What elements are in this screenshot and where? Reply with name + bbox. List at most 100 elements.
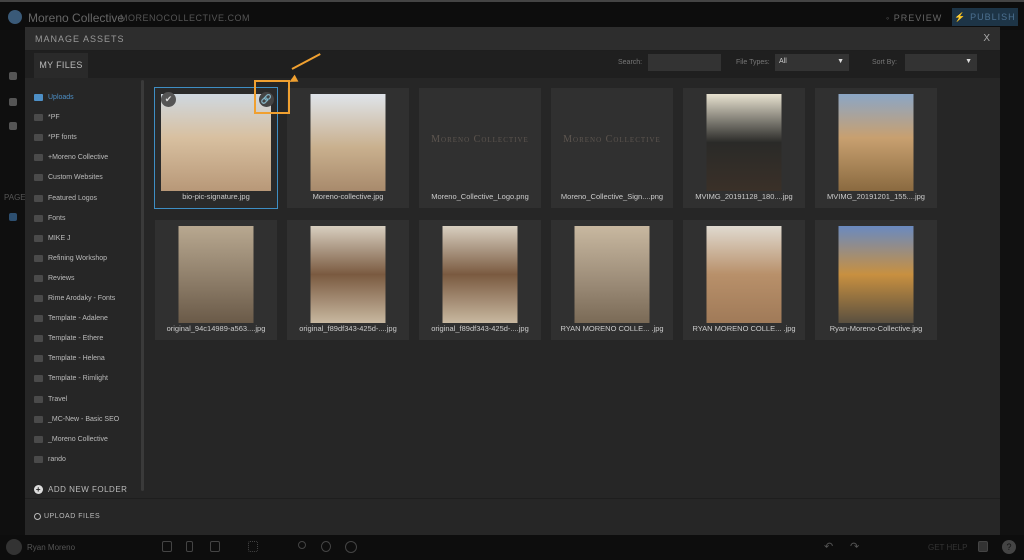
folder-item[interactable]: *PF bbox=[34, 114, 60, 122]
file-name: Moreno_Collective_Sign....png bbox=[560, 192, 664, 201]
folder-item[interactable]: Template - Helena bbox=[34, 355, 105, 363]
docs-icon[interactable] bbox=[978, 541, 988, 552]
desktop-icon[interactable] bbox=[210, 541, 220, 552]
file-tile[interactable]: Moreno-collective.jpg bbox=[287, 88, 409, 208]
file-tile[interactable]: RYAN MORENO COLLE... .jpg bbox=[683, 220, 805, 340]
folder-item[interactable]: Custom Websites bbox=[34, 174, 103, 182]
image-thumbnail bbox=[442, 226, 518, 323]
folder-label: Template - Ethere bbox=[48, 335, 104, 343]
file-name: RYAN MORENO COLLE... .jpg bbox=[560, 324, 664, 333]
publish-label: PUBLISH bbox=[970, 12, 1016, 22]
folder-item[interactable]: Reviews bbox=[34, 274, 75, 282]
file-tile[interactable]: MVIMG_20191128_180....jpg bbox=[683, 88, 805, 208]
publish-button[interactable]: ⚡ PUBLISH bbox=[952, 8, 1018, 26]
folder-sidebar: Uploads *PF *PF fonts +Moreno Collective Cus… bbox=[25, 78, 145, 498]
get-help-link[interactable]: GET HELP bbox=[928, 543, 967, 552]
gear-icon[interactable] bbox=[9, 72, 17, 80]
folder-label: Rime Arodaky - Fonts bbox=[48, 295, 116, 302]
folder-item[interactable]: Refining Workshop bbox=[34, 254, 107, 262]
file-name: original_94c14989-a563....jpg bbox=[166, 324, 266, 333]
folder-item[interactable]: _Moreno Collective bbox=[34, 435, 108, 443]
zoom-in-icon[interactable] bbox=[345, 541, 357, 553]
folder-item[interactable]: Template - Adalene bbox=[34, 315, 108, 323]
close-button[interactable]: X bbox=[983, 33, 990, 44]
file-types-label: File Types: bbox=[736, 59, 770, 66]
folder-icon bbox=[34, 214, 43, 222]
tab-my-files[interactable]: MY FILES bbox=[34, 53, 88, 78]
chevron-down-icon: ▼ bbox=[837, 58, 844, 65]
editor-left-toolbar: PAGE bbox=[0, 30, 26, 535]
file-tile[interactable]: original_94c14989-a563....jpg bbox=[155, 220, 277, 340]
folder-label: +Moreno Collective bbox=[48, 154, 109, 162]
folder-item[interactable]: Template - Ethere bbox=[34, 335, 104, 343]
divider bbox=[25, 498, 1000, 499]
file-tile[interactable]: original_f89df343-425d-....jpg bbox=[287, 220, 409, 340]
folder-item[interactable]: _MC-New - Basic SEO bbox=[34, 415, 119, 423]
mobile-icon[interactable] bbox=[186, 541, 193, 552]
upload-label: UPLOAD FILES bbox=[44, 513, 101, 520]
folder-label: _Moreno Collective bbox=[48, 435, 108, 443]
search-input[interactable] bbox=[648, 54, 721, 71]
file-tile[interactable]: RYAN MORENO COLLE... .jpg bbox=[551, 220, 673, 340]
upload-icon bbox=[34, 513, 41, 520]
folder-label: *PF bbox=[48, 114, 60, 122]
preview-button[interactable]: ◦ PREVIEW bbox=[886, 13, 942, 23]
folder-item[interactable]: Template - Rimlight bbox=[34, 375, 108, 383]
folder-icon bbox=[34, 134, 43, 142]
desktop-tablet-icon[interactable] bbox=[162, 541, 172, 552]
folder-item[interactable]: rando bbox=[34, 455, 66, 463]
folder-icon bbox=[34, 435, 43, 443]
logo-preview-text: Moreno Collective bbox=[563, 134, 661, 145]
folder-item[interactable]: Rime Arodaky - Fonts bbox=[34, 295, 115, 302]
image-icon[interactable] bbox=[9, 122, 17, 130]
manage-assets-modal: MANAGE ASSETS X MY FILES Search: File Ty… bbox=[25, 27, 1000, 535]
sort-by-select[interactable]: ▼ bbox=[905, 54, 977, 71]
file-name: MVIMG_20191201_155....jpg bbox=[827, 192, 925, 201]
file-tile[interactable]: Moreno Collective Moreno_Collective_Sign.… bbox=[551, 88, 673, 208]
checkmark-icon[interactable]: ✔ bbox=[161, 92, 176, 107]
logo-icon bbox=[8, 10, 22, 24]
upload-files-button[interactable]: UPLOAD FILES bbox=[34, 513, 100, 520]
folder-label: Template - Helena bbox=[48, 355, 105, 363]
file-tile[interactable]: Ryan-Moreno-Collective.jpg bbox=[815, 220, 937, 340]
folder-label: Reviews bbox=[48, 274, 75, 282]
file-name: original_f89df343-425d-....jpg bbox=[299, 324, 397, 333]
folder-item[interactable]: +Moreno Collective bbox=[34, 154, 109, 162]
help-icon[interactable]: ? bbox=[1002, 540, 1016, 554]
folder-item[interactable]: Fonts bbox=[34, 214, 66, 222]
zoom-reset-icon[interactable] bbox=[321, 541, 331, 552]
home-icon[interactable] bbox=[9, 213, 17, 221]
site-domain[interactable]: MORENOCOLLECTIVE.COM bbox=[120, 13, 250, 23]
file-name: MVIMG_20191128_180....jpg bbox=[695, 192, 793, 201]
file-tile[interactable]: Moreno Collective Moreno_Collective_Logo.… bbox=[419, 88, 541, 208]
folder-item[interactable]: Travel bbox=[34, 395, 67, 403]
folder-label: Custom Websites bbox=[48, 174, 103, 182]
add-new-folder-button[interactable]: + ADD NEW FOLDER bbox=[34, 485, 127, 494]
folder-item[interactable]: Uploads bbox=[34, 94, 74, 101]
file-tile[interactable]: original_f89df343-425d-....jpg bbox=[419, 220, 541, 340]
folder-icon bbox=[34, 335, 43, 343]
undo-icon[interactable]: ↶ bbox=[824, 540, 833, 553]
folder-item[interactable]: Featured Logos bbox=[34, 194, 97, 202]
top-bar: Moreno Collective MORENOCOLLECTIVE.COM ◦… bbox=[0, 0, 1024, 30]
folder-icon bbox=[34, 395, 43, 403]
file-name: original_f89df343-425d-....jpg bbox=[431, 324, 529, 333]
folder-icon bbox=[34, 154, 43, 162]
folder-icon bbox=[34, 94, 43, 101]
folder-icon bbox=[34, 295, 43, 302]
image-thumbnail bbox=[706, 226, 782, 323]
chevron-down-icon: ▼ bbox=[965, 58, 972, 65]
redo-icon[interactable]: ↷ bbox=[850, 540, 859, 553]
folder-item[interactable]: *PF fonts bbox=[34, 134, 77, 142]
site-name: Moreno Collective bbox=[28, 11, 125, 25]
avatar[interactable] bbox=[6, 539, 22, 555]
sidebar-scrollbar[interactable] bbox=[141, 80, 144, 491]
folder-item[interactable]: MIKE J bbox=[34, 234, 71, 242]
grid-icon[interactable] bbox=[248, 541, 258, 552]
pencil-icon[interactable] bbox=[9, 98, 17, 106]
zoom-out-icon[interactable] bbox=[298, 541, 306, 549]
file-types-select[interactable]: All ▼ bbox=[775, 54, 849, 71]
file-name: bio-pic-signature.jpg bbox=[182, 192, 250, 201]
image-thumbnail bbox=[838, 94, 914, 191]
file-tile[interactable]: MVIMG_20191201_155....jpg bbox=[815, 88, 937, 208]
